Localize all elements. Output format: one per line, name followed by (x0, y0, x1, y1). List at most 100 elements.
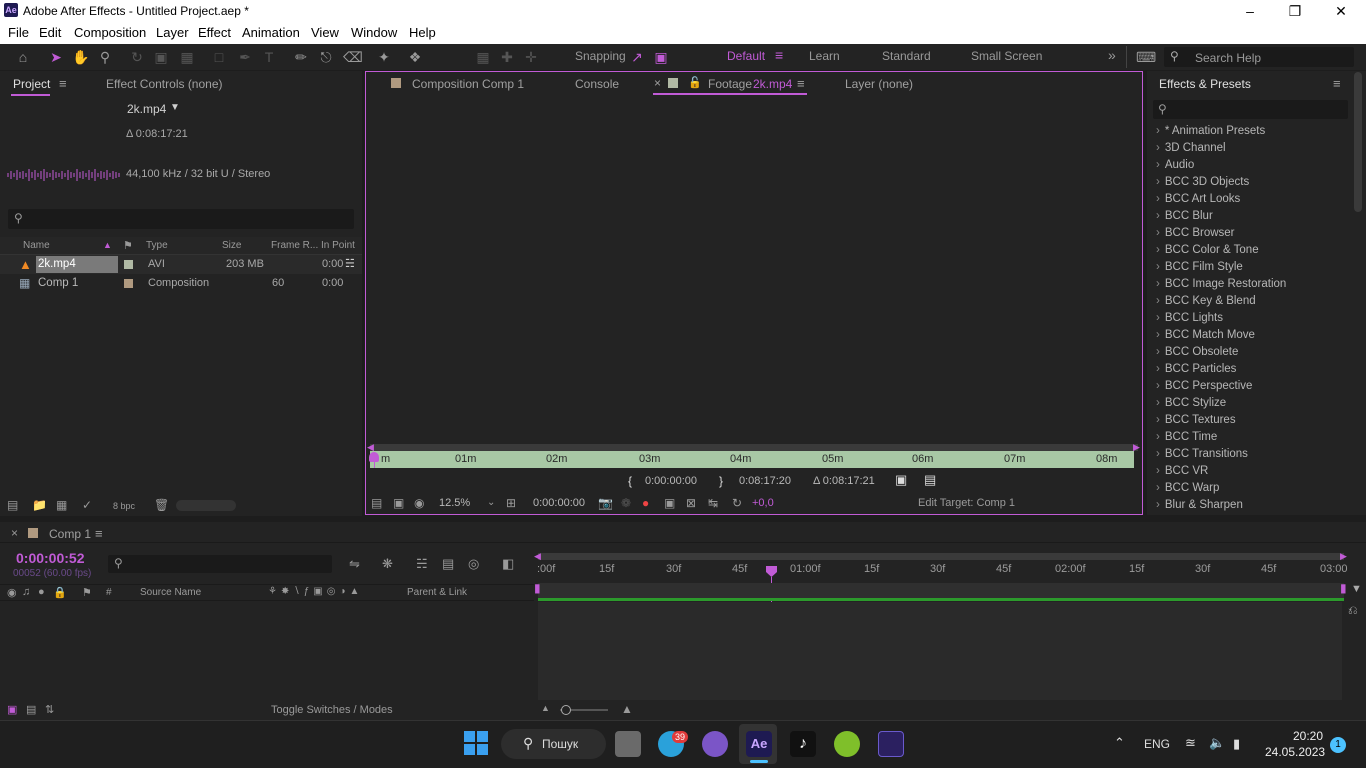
chevron-right-icon[interactable]: › (1156, 159, 1160, 171)
menu-animation[interactable]: Animation (242, 25, 300, 40)
language-indicator[interactable]: ENG (1144, 737, 1170, 751)
label-color-swatch[interactable] (124, 279, 133, 288)
tiktok-icon[interactable]: ♪ (790, 731, 816, 757)
pen-tool-icon[interactable]: ✒ (236, 48, 254, 66)
menu-file[interactable]: File (8, 25, 29, 40)
effects-category[interactable]: › BCC Lights (1156, 312, 1223, 324)
layer-switches-pane-icon[interactable]: ▣ (7, 703, 17, 716)
col-name[interactable]: Name (23, 240, 50, 251)
work-area-start-handle[interactable]: ◀ (534, 551, 541, 562)
brush-tool-icon[interactable]: ✏ (292, 48, 310, 66)
windows-start-icon[interactable] (464, 731, 488, 755)
menu-layer[interactable]: Layer (156, 25, 189, 40)
effects-category[interactable]: › * Animation Presets (1156, 125, 1265, 137)
col-source-name[interactable]: Source Name (140, 587, 201, 598)
green-app-icon[interactable] (834, 731, 860, 757)
chevron-right-icon[interactable]: › (1156, 261, 1160, 273)
composition-range-bar[interactable] (538, 583, 1344, 598)
effects-category[interactable]: › BCC Film Style (1156, 261, 1243, 273)
effects-category[interactable]: › BCC Stylize (1156, 397, 1226, 409)
project-scrollbar[interactable] (176, 500, 236, 511)
home-icon[interactable]: ⌂ (14, 48, 32, 66)
graph-editor-icon[interactable]: ◧ (502, 556, 514, 572)
chevron-right-icon[interactable]: › (1156, 448, 1160, 460)
minimize-button[interactable]: – (1240, 2, 1260, 20)
out-time[interactable]: 0:08:17:20 (739, 475, 791, 487)
effects-category[interactable]: › BCC Particles (1156, 363, 1236, 375)
chevron-right-icon[interactable]: › (1156, 329, 1160, 341)
comp-marker-bin-icon[interactable]: ▼ (1351, 583, 1362, 595)
effects-category[interactable]: › BCC Browser (1156, 227, 1235, 239)
exposure-value[interactable]: +0,0 (752, 497, 774, 509)
chevron-right-icon[interactable]: › (1156, 244, 1160, 256)
toggle-switches-modes[interactable]: Toggle Switches / Modes (271, 704, 393, 716)
lock-icon[interactable]: 🔓 (688, 76, 702, 89)
rectangle-tool-icon[interactable]: □ (210, 48, 228, 66)
tab-footage-name[interactable]: 2k.mp4 (753, 77, 792, 91)
effects-category[interactable]: › BCC Image Restoration (1156, 278, 1286, 290)
search-help-field[interactable]: ⚲ Search Help (1164, 47, 1354, 67)
effects-category[interactable]: › BCC Obsolete (1156, 346, 1238, 358)
effects-category[interactable]: › BCC Time (1156, 431, 1217, 443)
current-timecode[interactable]: 0:00:00:52 (16, 550, 85, 566)
chevron-right-icon[interactable]: › (1156, 227, 1160, 239)
adjust-settings-icon[interactable]: ✓ (82, 498, 92, 512)
video-eye-icon[interactable]: ◉ (7, 586, 17, 599)
chevron-right-icon[interactable]: › (1156, 278, 1160, 290)
effects-category[interactable]: › BCC Perspective (1156, 380, 1252, 392)
roto-brush-tool-icon[interactable]: ✦ (375, 48, 393, 66)
chevron-right-icon[interactable]: › (1156, 465, 1160, 477)
effects-category[interactable]: › BCC Transitions (1156, 448, 1248, 460)
wifi-icon[interactable]: ≊ (1185, 735, 1196, 751)
chevron-right-icon[interactable]: › (1156, 193, 1160, 205)
out-point-icon[interactable]: } (719, 474, 723, 488)
chevron-up-icon[interactable]: ⌃ (1114, 735, 1125, 751)
region-of-interest-icon[interactable]: ▣ (664, 496, 675, 510)
hand-tool-icon[interactable]: ✋ (72, 48, 90, 66)
clock-time[interactable]: 20:20 (1293, 729, 1323, 743)
viewer-menu-icon[interactable]: ≡ (797, 76, 805, 91)
pan-behind-tool-icon[interactable]: ▦ (178, 48, 196, 66)
work-area-bar[interactable] (370, 444, 1138, 451)
volume-icon[interactable]: 🔈 (1209, 735, 1225, 751)
tab-composition[interactable]: Composition Comp 1 (412, 77, 524, 91)
effects-menu-icon[interactable]: ≡ (1333, 76, 1341, 91)
label-tag-icon[interactable]: ⚑ (82, 586, 92, 599)
comp-button-icon[interactable]: ⎌ (1348, 603, 1358, 618)
chevron-right-icon[interactable]: › (1156, 397, 1160, 409)
effects-category[interactable]: › BCC Blur (1156, 210, 1213, 222)
workspace-small-screen[interactable]: Small Screen (971, 49, 1042, 63)
safe-margins-icon[interactable]: ⊞ (506, 496, 516, 510)
chevron-right-icon[interactable]: › (1156, 414, 1160, 426)
channel-icon[interactable]: ● (642, 496, 649, 510)
layer-tracks-area[interactable] (538, 602, 1342, 700)
zoom-dropdown[interactable]: 12.5% (439, 497, 470, 509)
zoom-out-icon[interactable]: ▲ (541, 703, 550, 713)
chevron-right-icon[interactable]: › (1156, 482, 1160, 494)
after-effects-taskbar-icon[interactable]: Ae (746, 731, 772, 757)
footage-name[interactable]: 2k.mp4 (127, 102, 166, 116)
motion-blur-icon[interactable]: ◎ (468, 556, 479, 572)
effects-category[interactable]: › BCC Color & Tone (1156, 244, 1259, 256)
interpret-footage-icon[interactable]: ▤ (7, 498, 18, 512)
eraser-tool-icon[interactable]: ⌫ (343, 48, 363, 66)
snap-features-icon[interactable]: ▣ (652, 48, 670, 66)
transparency-grid-icon[interactable]: ⊠ (686, 496, 696, 510)
current-time-display[interactable]: 0:00:00:00 (533, 497, 585, 509)
timeline-work-area[interactable] (538, 553, 1344, 560)
zoom-slider-thumb[interactable] (561, 705, 571, 715)
overlay-edit-icon[interactable]: ▤ (924, 472, 936, 488)
chevron-right-icon[interactable]: › (1156, 142, 1160, 154)
label-tag-icon[interactable]: ⚑ (123, 239, 133, 252)
tab-footage[interactable]: Footage (708, 77, 752, 91)
composition-flowchart-icon[interactable]: ⇋ (349, 556, 360, 572)
effects-search-input[interactable]: ⚲ (1153, 100, 1348, 119)
transfer-controls-pane-icon[interactable]: ▤ (26, 703, 36, 716)
task-view-icon[interactable] (615, 731, 641, 757)
chevron-down-icon[interactable]: ▼ (170, 102, 180, 113)
shy-layers-icon[interactable]: ☵ (416, 556, 428, 572)
tab-layer[interactable]: Layer (none) (845, 77, 913, 91)
snap-edges-icon[interactable]: ↗ (628, 48, 646, 66)
audio-speaker-icon[interactable]: ♫ (22, 586, 30, 598)
range-start-handle[interactable]: ▮ (534, 581, 541, 595)
